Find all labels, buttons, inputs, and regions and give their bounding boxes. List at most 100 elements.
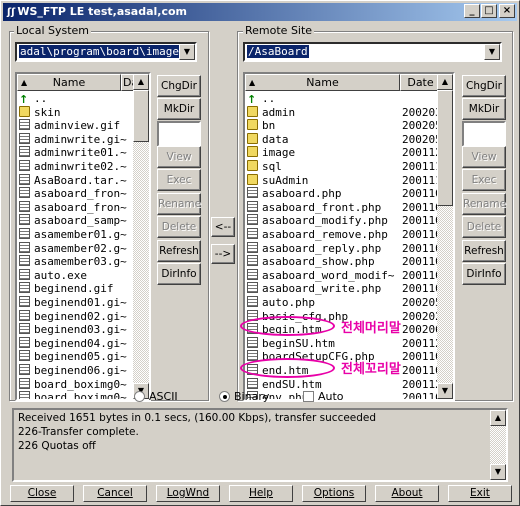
- remote-filter-input[interactable]: [462, 121, 506, 147]
- remote-item-name: admin: [262, 105, 296, 119]
- remote-file-list[interactable]: ▲ Name Date ↑.. admin 200203 bn 200205 data 200…: [243, 72, 455, 401]
- local-rename-button[interactable]: Rename: [157, 193, 201, 215]
- close-button[interactable]: Close: [10, 485, 74, 502]
- remote-col-date[interactable]: Date: [400, 74, 441, 91]
- remote-refresh-button[interactable]: Refresh: [462, 240, 506, 262]
- binary-radio[interactable]: Binary: [219, 390, 269, 403]
- remote-list-item[interactable]: endSU.htm 200112: [247, 377, 442, 392]
- transfer-to-local-button[interactable]: <--: [211, 217, 235, 237]
- remote-list-item[interactable]: beginSU.htm 200112: [247, 336, 442, 351]
- local-list-item[interactable]: asamember01.g~: [19, 228, 132, 242]
- local-file-list[interactable]: ▲Name Dat ↑..skinadminview.gifadminwrite…: [15, 72, 151, 401]
- local-refresh-button[interactable]: Refresh: [157, 240, 201, 262]
- remote-list-item[interactable]: bn 200205: [247, 119, 442, 133]
- minimize-button[interactable]: _: [464, 4, 480, 18]
- remote-list-item[interactable]: asaboard_write.php 200110: [247, 282, 442, 296]
- remote-rename-button[interactable]: Rename: [462, 193, 506, 215]
- local-path-combobox[interactable]: adal\program\board\image ▼: [15, 42, 197, 62]
- local-list-item[interactable]: adminwrite01.~: [19, 146, 132, 160]
- scroll-down-icon[interactable]: ▼: [437, 383, 453, 399]
- local-list-item[interactable]: beginend01.gi~: [19, 296, 132, 310]
- local-delete-button[interactable]: Delete: [157, 216, 201, 238]
- local-list-item[interactable]: asamember03.g~: [19, 255, 132, 269]
- remote-path-combobox[interactable]: /AsaBoard ▼: [243, 42, 502, 62]
- help-button[interactable]: Help: [229, 485, 293, 502]
- chevron-down-icon[interactable]: ▼: [484, 44, 500, 60]
- remote-list-item[interactable]: env.php 200110: [247, 391, 442, 399]
- scroll-up-icon[interactable]: ▲: [133, 74, 149, 90]
- close-window-button[interactable]: ×: [499, 4, 515, 18]
- local-list-item[interactable]: board_boximg0~: [19, 391, 132, 399]
- local-dirinfo-button[interactable]: DirInfo: [157, 263, 201, 285]
- local-list-item[interactable]: asaboard_samp~: [19, 214, 132, 228]
- remote-list-item[interactable]: image 200112: [247, 146, 442, 160]
- transfer-to-remote-button[interactable]: -->: [211, 244, 235, 264]
- local-list-item[interactable]: adminwrite02.~: [19, 160, 132, 174]
- remote-list-item[interactable]: ↑..: [247, 92, 402, 106]
- remote-list-item[interactable]: sql 200111: [247, 160, 442, 174]
- local-exec-button[interactable]: Exec: [157, 169, 201, 191]
- local-list-item[interactable]: asaboard_fron~: [19, 200, 132, 215]
- remote-list-item[interactable]: asaboard_remove.php 200110: [247, 228, 442, 242]
- local-list-item[interactable]: beginend05.gi~: [19, 350, 132, 364]
- remote-list-item[interactable]: asaboard_word_modif~ 200110: [247, 268, 442, 283]
- local-chgdir-button[interactable]: ChgDir: [157, 75, 201, 97]
- local-list-item[interactable]: beginend06.gi~: [19, 364, 132, 378]
- local-list-item[interactable]: beginend.gif: [19, 282, 132, 296]
- remote-list-item[interactable]: data 200205: [247, 132, 442, 147]
- auto-checkbox[interactable]: Auto: [303, 390, 344, 403]
- scroll-down-icon[interactable]: ▼: [490, 464, 506, 480]
- remote-item-date: 200112: [402, 336, 442, 350]
- local-list-item[interactable]: adminview.gif: [19, 119, 132, 133]
- remote-list-item[interactable]: asaboard_modify.php 200110: [247, 214, 442, 228]
- scroll-up-icon[interactable]: ▲: [490, 410, 506, 426]
- remote-mkdir-button[interactable]: MkDir: [462, 98, 506, 120]
- chevron-down-icon[interactable]: ▼: [179, 44, 195, 60]
- remote-col-name[interactable]: ▲ Name: [245, 74, 400, 91]
- scroll-up-icon[interactable]: ▲: [437, 74, 453, 90]
- remote-list-item[interactable]: admin 200203: [247, 105, 442, 120]
- remote-item-date: 200110: [402, 350, 442, 364]
- remote-delete-button[interactable]: Delete: [462, 216, 506, 238]
- local-list-item[interactable]: AsaBoard.tar.~: [19, 173, 132, 188]
- log-scrollbar[interactable]: ▲ ▼: [490, 410, 506, 480]
- local-list-item[interactable]: adminwrite.gi~: [19, 132, 132, 147]
- local-list-item[interactable]: ↑..: [19, 92, 132, 106]
- remote-exec-button[interactable]: Exec: [462, 169, 506, 191]
- options-button[interactable]: Options: [302, 485, 366, 502]
- local-list-item[interactable]: board_boximg0~: [19, 377, 132, 392]
- local-list-item[interactable]: asamember02.g~: [19, 241, 132, 256]
- local-path-text: adal\program\board\image: [19, 45, 179, 58]
- cancel-button[interactable]: Cancel: [83, 485, 147, 502]
- remote-list-item[interactable]: asaboard_show.php 200110: [247, 255, 442, 269]
- local-filter-input[interactable]: [157, 121, 201, 147]
- remote-view-button[interactable]: View: [462, 146, 506, 168]
- remote-scroll-thumb[interactable]: [437, 90, 453, 206]
- exit-button[interactable]: Exit: [448, 485, 512, 502]
- about-button[interactable]: About: [375, 485, 439, 502]
- local-mkdir-button[interactable]: MkDir: [157, 98, 201, 120]
- remote-list-item[interactable]: asaboard_reply.php 200110: [247, 241, 442, 256]
- local-list-item[interactable]: beginend04.gi~: [19, 336, 132, 351]
- local-list-item[interactable]: skin: [19, 105, 132, 120]
- remote-scrollbar[interactable]: ▲ ▼: [437, 74, 453, 399]
- remote-list-item[interactable]: asaboard.php 200110: [247, 187, 442, 201]
- logwnd-button[interactable]: LogWnd: [156, 485, 220, 502]
- local-list-item[interactable]: asaboard_fron~: [19, 187, 132, 201]
- local-list-item[interactable]: auto.exe: [19, 268, 132, 283]
- local-col-name[interactable]: ▲ Name: [17, 74, 121, 91]
- remote-dirinfo-button[interactable]: DirInfo: [462, 263, 506, 285]
- maximize-button[interactable]: □: [481, 4, 497, 18]
- local-list-item[interactable]: beginend02.gi~: [19, 309, 132, 324]
- remote-list-item[interactable]: asaboard_front.php 200110: [247, 200, 442, 215]
- local-scrollbar[interactable]: ▲ ▼: [133, 74, 149, 399]
- ascii-radio[interactable]: ASCII: [134, 390, 178, 403]
- local-scroll-thumb[interactable]: [133, 90, 149, 142]
- remote-item-name: image: [262, 146, 296, 160]
- remote-path-text: /AsaBoard: [247, 45, 309, 58]
- local-list-item[interactable]: beginend03.gi~: [19, 323, 132, 337]
- local-view-button[interactable]: View: [157, 146, 201, 168]
- remote-chgdir-button[interactable]: ChgDir: [462, 75, 506, 97]
- remote-list-item[interactable]: suAdmin 200111: [247, 173, 442, 188]
- remote-list-item[interactable]: auto.php 200205: [247, 296, 442, 310]
